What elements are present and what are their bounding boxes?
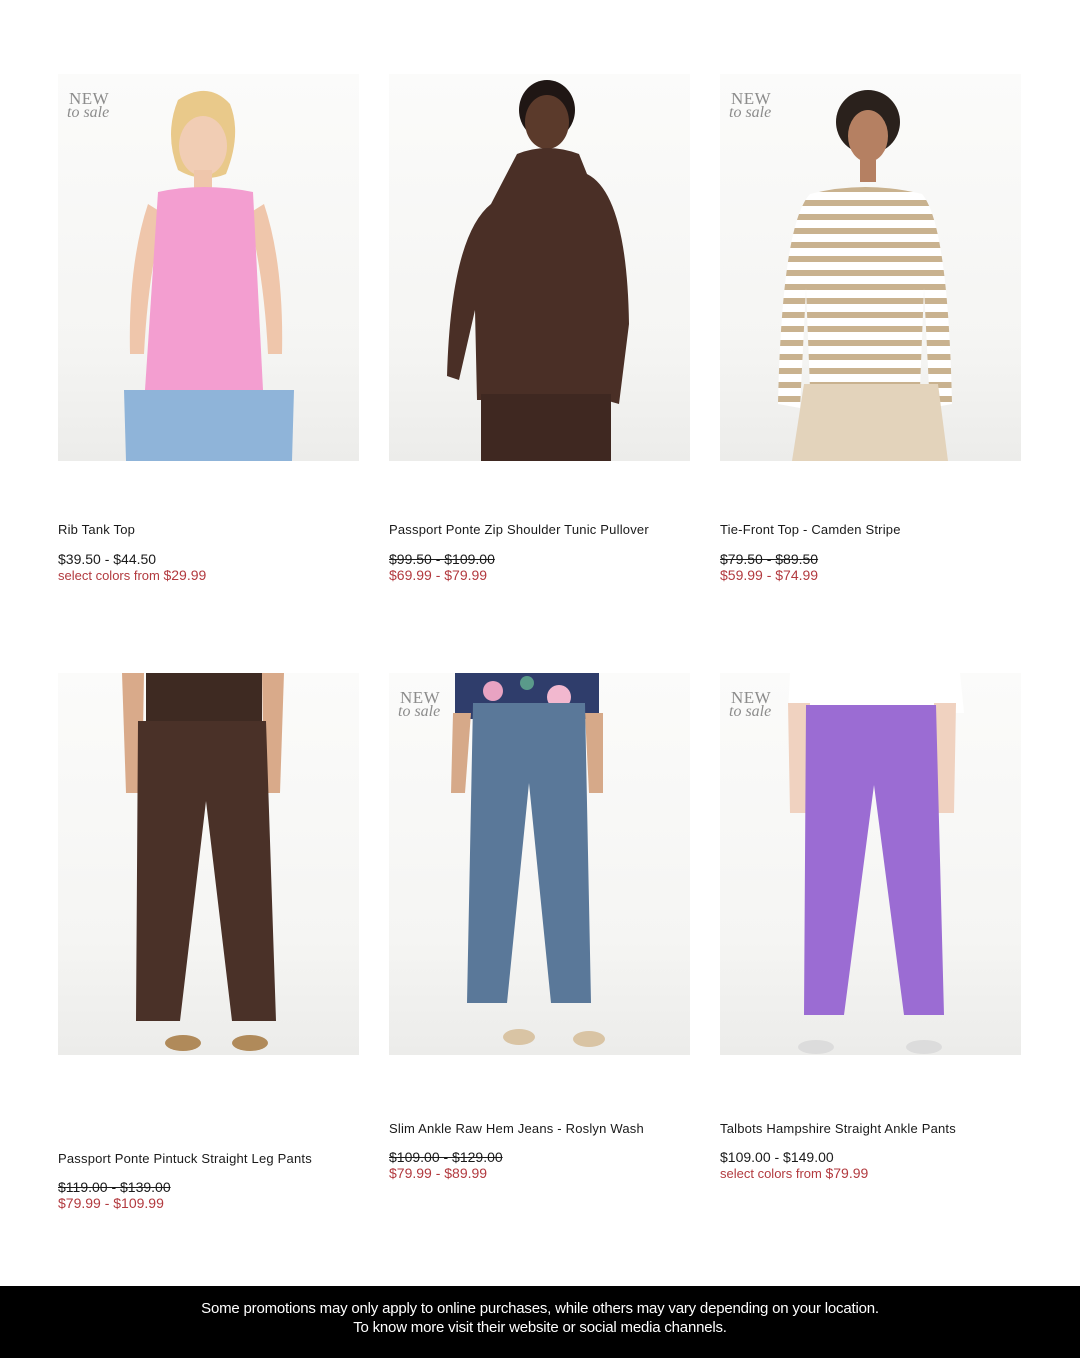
product-image[interactable] [58, 673, 359, 1055]
product-sale-price: $59.99 - $74.99 [720, 567, 818, 583]
disclaimer-footer: Some promotions may only apply to online… [0, 1286, 1080, 1358]
product-name[interactable]: Rib Tank Top [58, 522, 135, 537]
badge-to-sale-text: to sale [729, 104, 772, 121]
product-sale-price: $79.99 - $109.99 [58, 1195, 164, 1211]
badge-to-sale-text: to sale [398, 703, 441, 720]
product-image[interactable]: NEW to sale [389, 673, 690, 1055]
product-sale-price: select colors from $79.99 [720, 1165, 868, 1181]
sale-value: $69.99 - $79.99 [389, 567, 488, 583]
new-to-sale-badge: NEW to sale [729, 90, 772, 121]
product-price: $119.00 - $139.00 [58, 1179, 171, 1195]
product-image[interactable]: NEW to sale [720, 74, 1021, 461]
badge-to-sale-text: to sale [67, 104, 110, 121]
sale-value: $79.99 [825, 1165, 869, 1181]
product-image[interactable] [389, 74, 690, 461]
product-price: $109.00 - $129.00 [389, 1149, 503, 1165]
product-sale-price: $69.99 - $79.99 [389, 567, 487, 583]
product-price: $39.50 - $44.50 [58, 551, 157, 567]
new-to-sale-badge: NEW to sale [729, 689, 772, 720]
product-price: $109.00 - $149.00 [720, 1149, 834, 1165]
badge-to-sale-text: to sale [729, 703, 772, 720]
product-photo-tank-top [124, 90, 294, 461]
product-name[interactable]: Passport Ponte Pintuck Straight Leg Pant… [58, 1151, 312, 1166]
product-photo-hampshire-pants [788, 673, 964, 1054]
product-sale-price: $79.99 - $89.99 [389, 1165, 487, 1181]
sale-value: $79.99 - $89.99 [389, 1165, 488, 1181]
product-photo-striped-top [778, 90, 952, 461]
new-to-sale-badge: NEW to sale [67, 90, 110, 121]
product-photo-tunic-pullover [447, 80, 629, 461]
footer-line-2: To know more visit their website or soci… [353, 1319, 727, 1336]
product-photo-jeans [451, 673, 605, 1047]
new-to-sale-badge: NEW to sale [398, 689, 441, 720]
sale-prefix: select colors from [58, 568, 164, 583]
product-image[interactable]: NEW to sale [58, 74, 359, 461]
product-price: $99.50 - $109.00 [389, 551, 495, 567]
product-name[interactable]: Slim Ankle Raw Hem Jeans - Roslyn Wash [389, 1121, 644, 1136]
product-photo-pintuck-pants [122, 673, 284, 1051]
sale-prefix: select colors from [720, 1166, 826, 1181]
sale-value: $29.99 [163, 567, 207, 583]
product-name[interactable]: Tie-Front Top - Camden Stripe [720, 522, 901, 537]
product-image[interactable]: NEW to sale [720, 673, 1021, 1055]
product-name[interactable]: Passport Ponte Zip Shoulder Tunic Pullov… [389, 522, 649, 537]
sale-value: $59.99 - $74.99 [720, 567, 819, 583]
product-sale-price: select colors from $29.99 [58, 567, 206, 583]
product-name[interactable]: Talbots Hampshire Straight Ankle Pants [720, 1121, 956, 1136]
product-price: $79.50 - $89.50 [720, 551, 819, 567]
footer-line-1: Some promotions may only apply to online… [201, 1300, 879, 1317]
sale-value: $79.99 - $109.99 [58, 1195, 164, 1211]
